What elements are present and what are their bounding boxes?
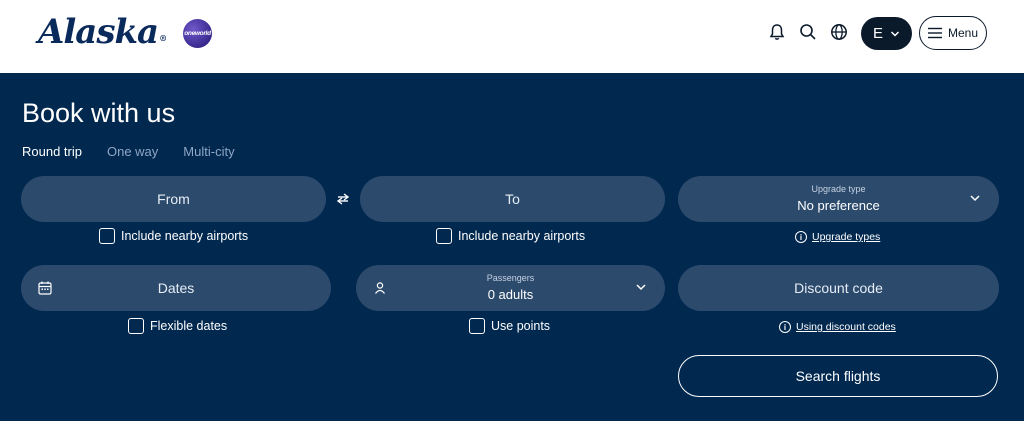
passengers-value: 0 adults bbox=[487, 287, 534, 302]
tab-one-way[interactable]: One way bbox=[107, 144, 158, 159]
account-button[interactable]: E bbox=[861, 17, 912, 50]
chevron-down-icon bbox=[636, 284, 646, 291]
upgrade-type-value: No preference bbox=[797, 198, 880, 213]
to-label: To bbox=[505, 191, 520, 207]
trip-type-tabs: Round trip One way Multi-city bbox=[22, 144, 235, 159]
bell-icon[interactable] bbox=[767, 22, 787, 42]
checkbox-box bbox=[99, 228, 115, 244]
checkbox-box bbox=[469, 318, 485, 334]
site-header: Alaska® oneworld E Menu bbox=[0, 0, 1024, 73]
nearby-from-label: Include nearby airports bbox=[121, 229, 249, 243]
chevron-down-icon bbox=[890, 30, 900, 37]
chevron-down-icon bbox=[970, 195, 980, 202]
use-points-label: Use points bbox=[491, 319, 551, 333]
nearby-to-label: Include nearby airports bbox=[458, 229, 586, 243]
checkbox-box bbox=[436, 228, 452, 244]
upgrade-type-select[interactable]: Upgrade type No preference bbox=[678, 176, 999, 222]
hamburger-icon bbox=[927, 27, 942, 39]
to-field[interactable]: To bbox=[360, 176, 665, 222]
discount-code-label: Discount code bbox=[794, 280, 883, 296]
dates-field[interactable]: Dates bbox=[21, 265, 331, 311]
passengers-select[interactable]: Passengers 0 adults bbox=[356, 265, 665, 311]
from-label: From bbox=[157, 191, 190, 207]
discount-code-input[interactable]: Discount code bbox=[678, 265, 999, 311]
logo-text: Alaska bbox=[38, 12, 159, 52]
logo-registered-mark: ® bbox=[159, 33, 167, 43]
discount-codes-info: i Using discount codes bbox=[779, 321, 896, 333]
tab-multi-city[interactable]: Multi-city bbox=[183, 144, 234, 159]
upgrade-types-info: i Upgrade types bbox=[795, 231, 880, 243]
user-initial: E bbox=[872, 25, 883, 42]
oneworld-logo: oneworld bbox=[183, 19, 212, 48]
upgrade-types-link[interactable]: Upgrade types bbox=[812, 231, 880, 243]
info-icon: i bbox=[795, 231, 807, 243]
alaska-logo[interactable]: Alaska® bbox=[38, 12, 167, 52]
swap-airports-icon[interactable] bbox=[334, 190, 352, 208]
search-flights-button[interactable]: Search flights bbox=[678, 355, 998, 397]
flexible-dates-label: Flexible dates bbox=[150, 319, 228, 333]
nearby-to-checkbox[interactable]: Include nearby airports bbox=[436, 228, 585, 244]
upgrade-type-label: Upgrade type bbox=[811, 184, 866, 194]
discount-codes-link[interactable]: Using discount codes bbox=[796, 321, 896, 333]
use-points-checkbox[interactable]: Use points bbox=[469, 318, 550, 334]
info-icon: i bbox=[779, 321, 791, 333]
checkbox-box bbox=[128, 318, 144, 334]
oneworld-text: oneworld bbox=[184, 30, 211, 37]
passengers-label: Passengers bbox=[486, 273, 535, 283]
menu-button[interactable]: Menu bbox=[919, 16, 987, 50]
search-icon[interactable] bbox=[798, 22, 818, 42]
menu-label: Menu bbox=[947, 26, 979, 40]
tab-round-trip[interactable]: Round trip bbox=[22, 144, 82, 159]
page-title: Book with us bbox=[22, 98, 176, 128]
nearby-from-checkbox[interactable]: Include nearby airports bbox=[99, 228, 248, 244]
dates-label: Dates bbox=[157, 280, 195, 296]
globe-icon[interactable] bbox=[829, 22, 849, 42]
from-field[interactable]: From bbox=[21, 176, 326, 222]
flexible-dates-checkbox[interactable]: Flexible dates bbox=[128, 318, 227, 334]
